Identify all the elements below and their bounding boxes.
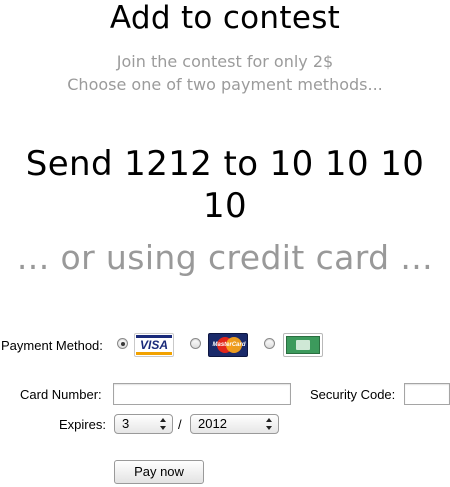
sms-instruction: Send 1212 to 10 10 10 10	[25, 144, 425, 226]
card-number-label: Card Number:	[20, 387, 102, 402]
year-select-arrows-icon	[266, 418, 273, 430]
visa-logo-text: VISA	[139, 338, 168, 352]
amex-card-emblem	[296, 340, 310, 350]
expires-year-select[interactable]: 2012	[190, 414, 279, 434]
subtitle-price: Join the contest for only 2$	[116, 52, 334, 71]
expires-year-value: 2012	[198, 416, 227, 431]
month-select-arrows-icon	[160, 418, 167, 430]
visa-card-icon[interactable]: VISA	[134, 333, 174, 357]
mastercard-card-icon[interactable]: MasterCard	[208, 333, 248, 357]
credit-card-heading: ... or using credit card ...	[16, 238, 434, 277]
security-code-input[interactable]	[404, 383, 450, 405]
mastercard-radio[interactable]	[190, 338, 201, 349]
security-code-label: Security Code:	[310, 387, 396, 402]
expires-month-select[interactable]: 3	[114, 414, 173, 434]
amex-card-icon[interactable]	[283, 333, 323, 357]
amex-card-face	[286, 336, 320, 354]
page-title: Add to contest	[109, 0, 341, 36]
card-number-input[interactable]	[113, 383, 291, 405]
subtitle-methods: Choose one of two payment methods...	[67, 75, 383, 94]
payment-method-label: Payment Method:	[1, 338, 103, 353]
pay-now-button[interactable]: Pay now	[114, 460, 204, 484]
mastercard-logo-text: MasterCard	[212, 342, 246, 348]
visa-bottom-stripe	[136, 352, 172, 355]
expires-label: Expires:	[59, 417, 106, 432]
expires-month-value: 3	[122, 416, 130, 431]
expires-separator: /	[178, 417, 182, 432]
visa-radio[interactable]	[117, 338, 128, 349]
amex-radio[interactable]	[264, 338, 275, 349]
